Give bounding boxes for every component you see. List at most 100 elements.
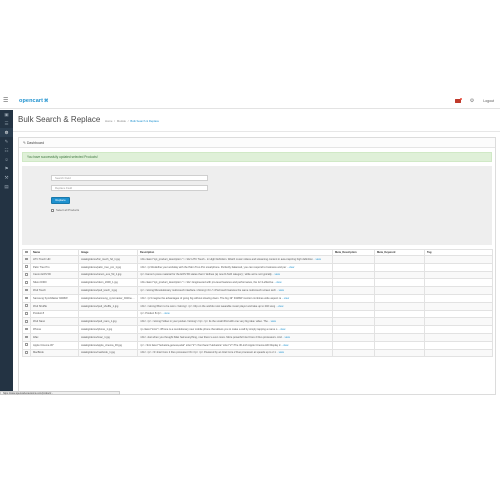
breadcrumb-current[interactable]: Bulk Search & Replace [130, 119, 159, 123]
view-more-link[interactable]: ...view [277, 289, 284, 292]
description-text: <div> <p>Imagine the advantages of going… [140, 296, 282, 300]
view-more-link[interactable]: ...view [287, 266, 294, 269]
view-more-link[interactable]: ...view [269, 320, 276, 323]
customers-icon[interactable]: ☺ [0, 155, 13, 164]
view-more-link[interactable]: ...view [314, 258, 321, 261]
row-checkbox[interactable] [25, 281, 28, 284]
product-image-cell [78, 309, 138, 319]
sales-icon[interactable]: ☷ [0, 146, 13, 155]
row-select-cell [22, 340, 31, 350]
logo[interactable]: opencart⌘ [19, 98, 49, 104]
meta-description-cell [332, 286, 375, 295]
view-more-link[interactable]: ...view [162, 312, 169, 315]
row-checkbox[interactable] [25, 273, 28, 276]
row-checkbox[interactable] [25, 327, 28, 331]
tag-cell [424, 262, 493, 272]
table-row[interactable]: iMac catalog/demo/imac_1.jpg <div> Just wh… [22, 332, 493, 342]
design-icon[interactable]: ✎ [0, 137, 13, 146]
table-row[interactable]: Canon EOS 5D catalog/demo/canon_eos_5d_1.… [22, 270, 493, 280]
table-row[interactable]: iPod Touch catalog/demo/ipod_touch_1.jpg <… [22, 286, 493, 295]
row-checkbox[interactable] [25, 351, 28, 354]
row-checkbox[interactable] [25, 335, 28, 339]
dashboard-icon[interactable]: ▣ [0, 110, 13, 119]
view-more-link[interactable]: ...view [282, 336, 289, 339]
row-checkbox[interactable] [25, 257, 28, 261]
tag-cell [424, 348, 493, 358]
view-more-link[interactable]: ...view [274, 281, 281, 284]
extensions-icon[interactable]: ⚙ [0, 128, 13, 137]
table-row[interactable]: iPod Nano catalog/demo/ipod_nano_1.jpg <di… [22, 317, 493, 327]
meta-keyword-cell [374, 278, 425, 288]
meta-keyword-cell [374, 293, 425, 303]
table-row[interactable]: Product 8 <p> Product 8</p> ...view [22, 309, 493, 319]
table-row[interactable]: iPhone catalog/demo/iphone_1.jpg <p class=… [22, 325, 493, 334]
breadcrumb-module[interactable]: Module [117, 119, 126, 123]
logout-link[interactable]: Logout [483, 99, 494, 103]
product-description-cell: <p class="intro"> iPhone is a revolution… [137, 325, 333, 334]
tag-cell [424, 340, 493, 350]
header-checkbox[interactable] [25, 250, 28, 254]
description-text: <p> <strong>Revolutionary multi-touch in… [140, 289, 276, 293]
select-all-checkbox[interactable] [51, 208, 54, 212]
top-right-tools: ⚙ Logout [454, 98, 494, 104]
meta-description-cell [332, 340, 375, 350]
gear-icon[interactable]: ⚙ [470, 98, 474, 104]
system-icon[interactable]: ⚒ [0, 173, 13, 182]
tag-cell [424, 301, 493, 311]
table-row[interactable]: Palm Treo Pro catalog/demo/palm_treo_pro_… [22, 262, 493, 272]
description-text: <p> <font face="helvetica,geneva,arial" … [140, 343, 281, 347]
view-more-link[interactable]: ...view [278, 328, 285, 331]
view-more-link[interactable]: ...view [272, 273, 279, 276]
product-image-cell: catalog/demo/ipod_nano_1.jpg [78, 317, 138, 327]
row-checkbox[interactable] [25, 288, 28, 292]
product-image-cell: catalog/demo/palm_treo_pro_1.jpg [78, 262, 138, 272]
products-table: Name Image Description Meta_Description … [22, 249, 493, 358]
view-more-link[interactable]: ...view [281, 344, 288, 347]
product-description-cell: <div> <p>Redefine your workday with the … [137, 262, 333, 272]
row-checkbox[interactable] [25, 304, 28, 307]
page-title: Bulk Search & Replace [18, 115, 101, 124]
notification-flag-icon[interactable] [454, 98, 462, 103]
meta-description-cell [332, 262, 375, 272]
description-text: <div> Just when you thought iMac had eve… [140, 335, 282, 339]
success-alert: You have successfully updated selected P… [22, 152, 492, 162]
row-select-cell [22, 309, 31, 319]
product-name-cell: iPod Touch [30, 286, 79, 295]
catalog-icon[interactable]: ☰ [0, 119, 13, 128]
row-checkbox[interactable] [25, 312, 28, 315]
row-checkbox[interactable] [25, 265, 28, 268]
replace-button[interactable]: Replace [51, 197, 70, 204]
breadcrumb-home[interactable]: Home [105, 119, 112, 123]
table-row[interactable]: Apple Cinema 30" catalog/demo/apple_cinem… [22, 340, 493, 350]
product-name-cell: HTC Touch HD [30, 255, 79, 264]
table-row[interactable]: Samsung SyncMaster 941BW catalog/demo/sam… [22, 293, 493, 303]
table-row[interactable]: MacBook catalog/demo/macbook_1.jpg <div> <… [22, 348, 493, 358]
panel-heading: ✎ Dashboard [19, 138, 495, 148]
row-checkbox[interactable] [25, 296, 28, 300]
row-checkbox[interactable] [25, 343, 28, 346]
view-more-link[interactable]: ...view [282, 297, 289, 300]
product-description-cell: <div> <p> <strong>Video in your pocket.<… [137, 317, 333, 327]
table-row[interactable]: HTC Touch HD catalog/demo/htc_touch_hd_1.… [22, 255, 493, 264]
product-image-cell: catalog/demo/macbook_1.jpg [78, 348, 138, 358]
row-checkbox[interactable] [25, 320, 28, 323]
table-row[interactable]: iPod Shuffle catalog/demo/ipod_shuffle_1.… [22, 301, 493, 311]
menu-icon[interactable]: ☰ [3, 97, 10, 106]
reports-icon[interactable]: ▤ [0, 182, 13, 191]
search-input[interactable]: Search Field [51, 175, 208, 181]
table-row[interactable]: Nikon D300 catalog/demo/nikon_d300_1.jpg <… [22, 278, 493, 288]
cart-icon: ⌘ [44, 98, 49, 103]
replace-input[interactable]: Replace Field [51, 185, 208, 191]
meta-keyword-cell [374, 262, 425, 272]
product-description-cell: <p> <font face="helvetica,geneva,arial" … [137, 340, 333, 350]
row-select-cell [22, 348, 31, 358]
view-more-link[interactable]: ...view [277, 351, 284, 354]
view-more-link[interactable]: ...view [276, 305, 283, 308]
marketing-icon[interactable]: ⚑ [0, 164, 13, 173]
description-text: <div class="cpt_product_description "> <… [140, 281, 274, 285]
row-select-cell [22, 317, 31, 327]
meta-keyword-cell [374, 301, 425, 311]
meta-keyword-cell [374, 348, 425, 358]
tag-cell [424, 309, 493, 319]
description-text: <div class="cpt_product_description "> <… [140, 257, 313, 261]
